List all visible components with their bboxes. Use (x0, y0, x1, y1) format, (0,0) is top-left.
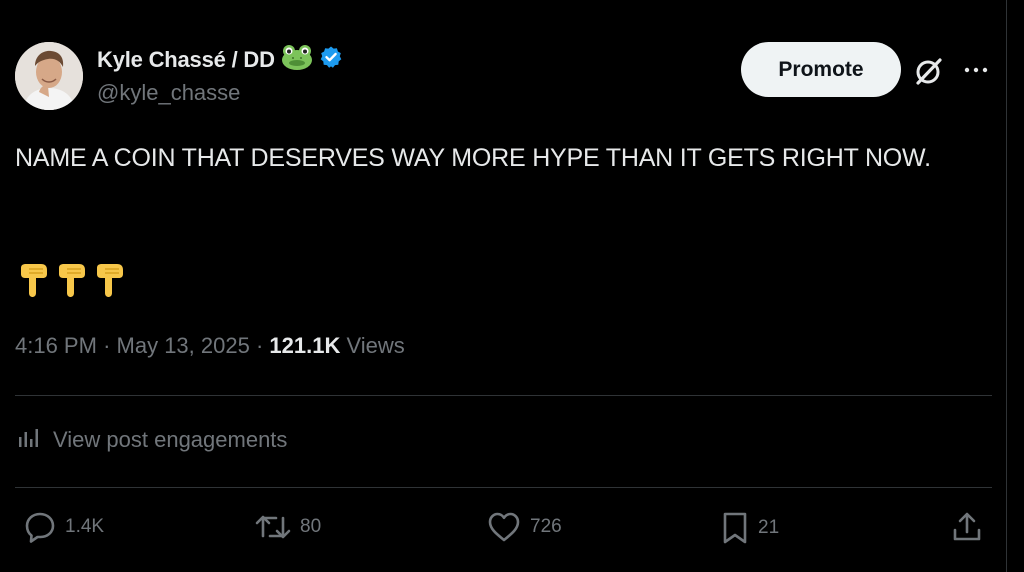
share-icon (950, 510, 984, 544)
backhand-index-pointing-down-emoji (55, 262, 87, 298)
views-label: Views (346, 333, 405, 358)
tweet-meta: 4:16 PM · May 13, 2025 · 121.1K Views (15, 333, 405, 359)
avatar-image (15, 42, 83, 110)
reply-button[interactable]: 1.4K (23, 510, 104, 544)
backhand-index-pointing-down-emoji (17, 262, 49, 298)
meta-separator: · (103, 333, 111, 358)
divider (15, 487, 992, 488)
more-options-icon[interactable] (961, 60, 991, 80)
repost-count: 80 (300, 516, 322, 537)
tweet-text: NAME A COIN THAT DESERVES WAY MORE HYPE … (15, 144, 931, 172)
author-handle[interactable]: @kyle_chasse (97, 80, 240, 106)
grok-icon[interactable] (913, 55, 945, 87)
verified-badge-icon[interactable] (319, 45, 343, 74)
analytics-icon (17, 425, 41, 455)
share-button[interactable] (950, 510, 984, 544)
repost-icon (254, 510, 292, 544)
emoji-row (17, 262, 125, 298)
author-name-row[interactable]: Kyle Chassé / DD (97, 44, 343, 75)
like-button[interactable]: 726 (486, 510, 562, 544)
view-engagements-label: View post engagements (53, 427, 288, 452)
reply-count: 1.4K (65, 516, 105, 537)
view-engagements-link[interactable]: View post engagements (17, 425, 287, 455)
avatar[interactable] (15, 42, 83, 110)
bookmark-icon (720, 510, 750, 546)
views-count: 121.1K (269, 333, 341, 358)
reply-icon (23, 510, 57, 544)
meta-separator: · (255, 333, 264, 358)
bookmark-button[interactable]: 21 (720, 510, 779, 546)
backhand-index-pointing-down-emoji (93, 262, 125, 298)
author-display-name[interactable]: Kyle Chassé / DD (97, 47, 275, 73)
repost-button[interactable]: 80 (254, 510, 321, 544)
tweet-date[interactable]: May 13, 2025 (117, 333, 250, 358)
heart-icon (486, 510, 522, 544)
tweet-card: Kyle Chassé / DD @kyle_chasse Promote NA… (0, 0, 1007, 572)
bookmark-count: 21 (758, 517, 780, 538)
like-count: 726 (530, 516, 562, 537)
tweet-time[interactable]: 4:16 PM (15, 333, 97, 358)
divider (15, 395, 992, 396)
promote-button[interactable]: Promote (741, 42, 901, 97)
frog-emoji (281, 44, 313, 75)
